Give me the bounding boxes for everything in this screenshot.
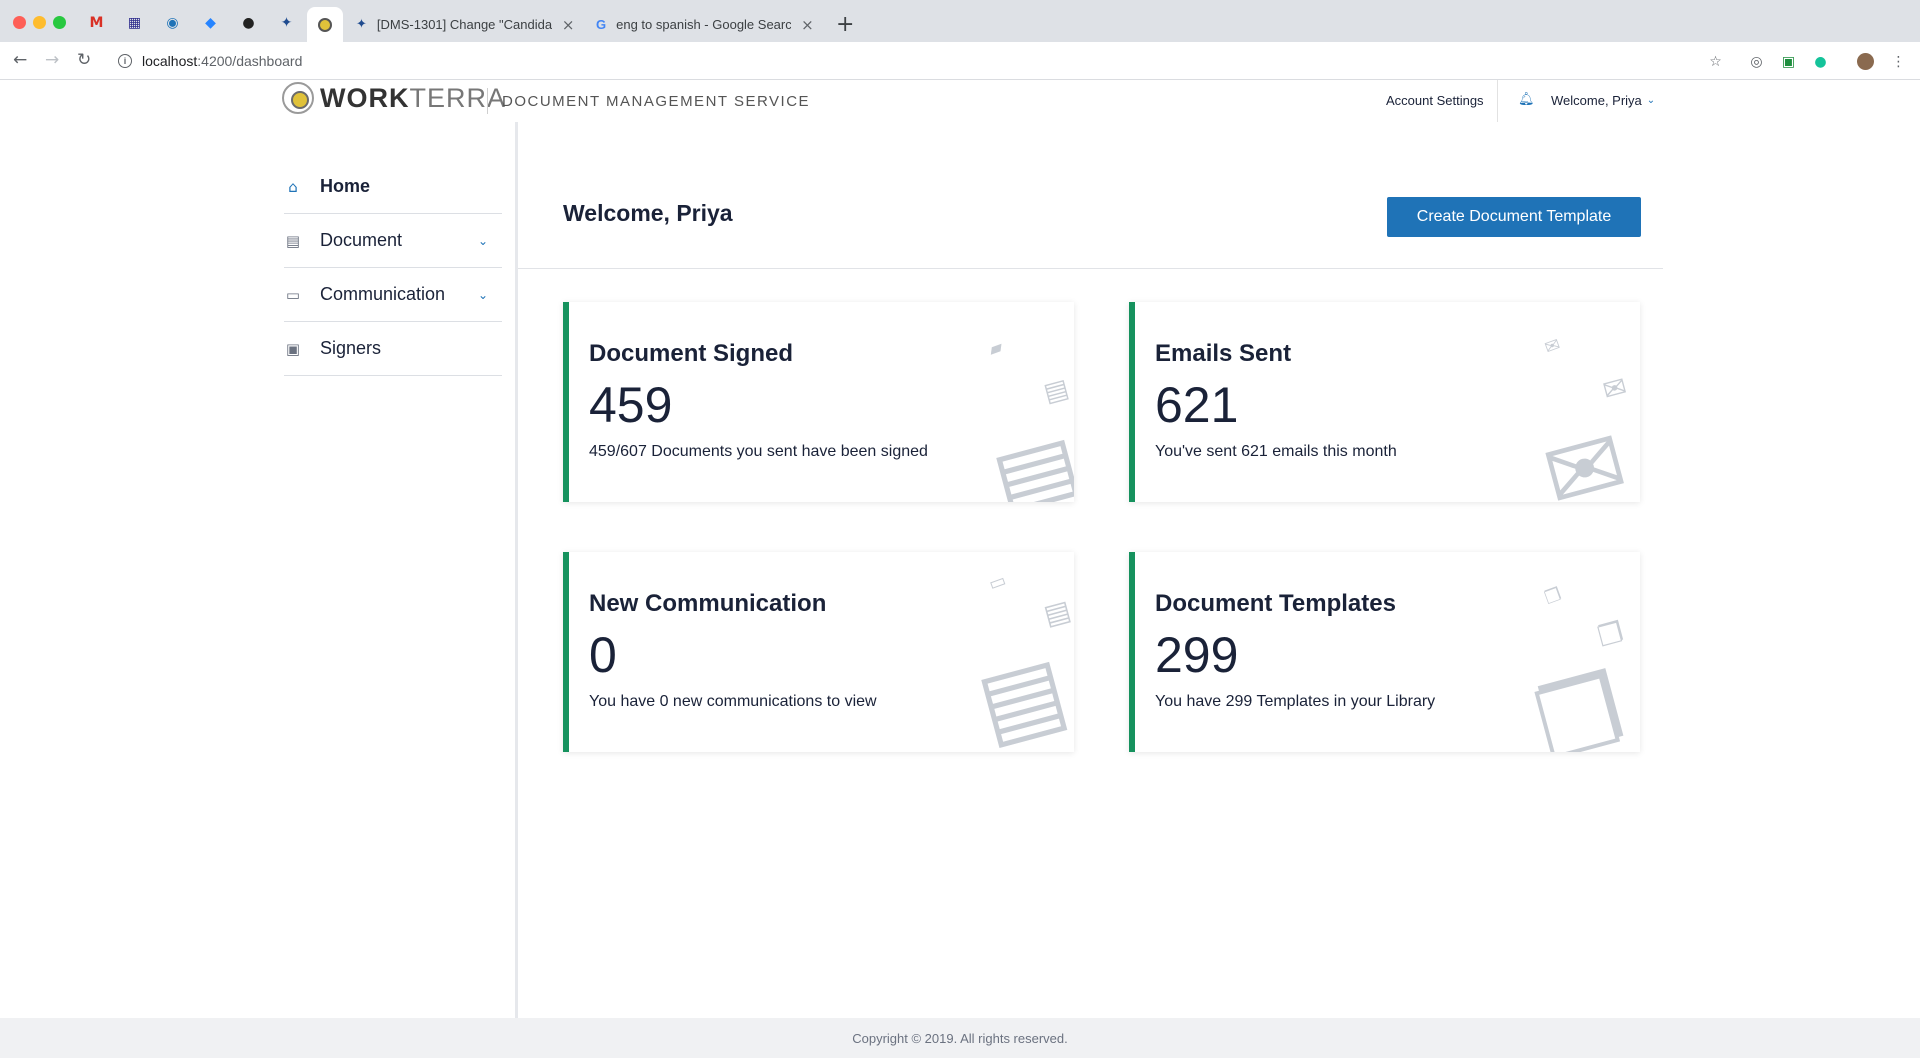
reload-icon[interactable]: ↻ [77, 50, 91, 70]
tab-google-search[interactable]: G eng to spanish - Google Searc × [596, 7, 816, 42]
workterra-icon[interactable]: ✦ [278, 14, 295, 31]
chat-medium-icon: ▤ [1040, 593, 1074, 632]
card-value: 621 [1155, 377, 1239, 433]
main-divider [518, 268, 1663, 269]
document-templates-card[interactable]: Document Templates 299 You have 299 Temp… [1129, 552, 1640, 752]
footer: Copyright © 2019. All rights reserved. [0, 1018, 1920, 1058]
bookmark-star-icon[interactable]: ☆ [1707, 53, 1724, 70]
emails-sent-card[interactable]: Emails Sent 621 You've sent 621 emails t… [1129, 302, 1640, 502]
back-arrow-icon[interactable]: ← [13, 50, 27, 70]
logo-text-bold: WORK [320, 82, 410, 113]
bell-icon[interactable]: 🔔︎ [1518, 92, 1535, 107]
sidebar-divider [515, 122, 518, 1018]
template-small-icon: ❐ [1541, 583, 1565, 610]
envelope-small-icon: ✉ [1541, 334, 1564, 359]
sidebar-item-communication[interactable]: ▭ Communication ⌄ [284, 268, 502, 322]
url-host: localhost [142, 53, 198, 69]
template-large-icon: ❐ [1523, 652, 1637, 752]
envelope-large-icon: ✉ [1531, 405, 1639, 502]
minimize-window-button[interactable] [33, 16, 46, 29]
envelope-medium-icon: ✉ [1599, 369, 1631, 408]
workterra-logo[interactable]: WORKTERRA [282, 82, 506, 114]
github-icon[interactable]: ● [240, 14, 257, 31]
card-value: 459 [589, 377, 673, 433]
workterra-logo-mark [282, 82, 314, 114]
profile-avatar[interactable] [1857, 53, 1874, 70]
chat-icon: ▭ [285, 285, 301, 304]
document-medium-icon: ▤ [1040, 373, 1073, 409]
tab-title: eng to spanish - Google Searc [616, 17, 792, 32]
circle-app-icon[interactable]: ◉ [164, 14, 181, 31]
sidebar-item-label: Document [320, 230, 403, 250]
close-tab-icon[interactable]: × [801, 16, 814, 34]
chevron-down-icon[interactable]: ⌄ [478, 288, 488, 302]
sidebar-item-document[interactable]: ▤ Document ⌄ [284, 214, 502, 268]
browser-menu-icon[interactable]: ⋮ [1890, 53, 1907, 70]
card-title: Document Signed [589, 340, 794, 367]
template-medium-icon: ❐ [1594, 615, 1627, 654]
extension-icon[interactable]: ◎ [1748, 53, 1765, 70]
copyright-text: Copyright © 2019. All rights reserved. [852, 1030, 1068, 1046]
chat-small-icon: ▭ [985, 569, 1010, 596]
calendar-extension-icon[interactable]: ▣ [1780, 53, 1797, 70]
card-description: You have 299 Templates in your Library [1155, 693, 1436, 710]
browser-toolbar: ← → ↻ i localhost:4200/dashboard ☆ ◎ ▣ ●… [0, 42, 1920, 80]
browser-tab-bar: M ▦ ◉ ◆ ● ✦ ✦ [DMS-1301] Change "Candida… [0, 0, 1920, 42]
google-icon: G [596, 17, 607, 32]
card-title: Document Templates [1155, 590, 1396, 617]
url-path: :4200/dashboard [197, 53, 303, 69]
workterra-logo-icon [318, 17, 332, 32]
tab-dms-1301[interactable]: ✦ [DMS-1301] Change "Candidat × [356, 7, 576, 42]
card-description: You have 0 new communications to view [589, 693, 877, 710]
tab-workterra[interactable] [307, 7, 343, 42]
sidebar-item-label: Signers [320, 338, 382, 358]
new-communication-card[interactable]: New Communication 0 You have 0 new commu… [563, 552, 1074, 752]
maximize-window-button[interactable] [53, 16, 66, 29]
document-large-icon: ▤ [981, 412, 1074, 502]
site-info-icon[interactable]: i [118, 54, 132, 68]
card-title: Emails Sent [1155, 340, 1292, 367]
user-menu-label: Welcome, Priya [1551, 93, 1642, 108]
page-title: Welcome, Priya [563, 200, 733, 226]
calendar-icon[interactable]: ▦ [126, 14, 143, 31]
home-icon: ⌂ [288, 177, 298, 196]
sidebar-item-home[interactable]: ⌂ Home [284, 160, 502, 214]
card-description: 459/607 Documents you sent have been sig… [589, 443, 928, 460]
header-divider [487, 88, 488, 114]
clipboard-user-icon: ▣ [285, 339, 301, 358]
new-tab-button[interactable]: + [836, 12, 854, 37]
document-signed-card[interactable]: Document Signed 459 459/607 Documents yo… [563, 302, 1074, 502]
user-menu[interactable]: Welcome, Priya ⌄ [1551, 93, 1655, 108]
tab-title: [DMS-1301] Change "Candidat [376, 17, 552, 32]
sidebar: ⌂ Home ▤ Document ⌄ ▭ Communication ⌄ ▣ … [284, 160, 502, 376]
logo-text-light: TERRA [409, 82, 506, 113]
card-description: You've sent 621 emails this month [1155, 443, 1397, 460]
address-bar[interactable]: i localhost:4200/dashboard [110, 47, 1710, 75]
service-title: DOCUMENT MANAGEMENT SERVICE [502, 93, 811, 110]
card-title: New Communication [589, 590, 827, 617]
sidebar-item-label: Communication [320, 284, 446, 304]
jira-icon[interactable]: ◆ [202, 14, 219, 31]
chevron-down-icon: ⌄ [1646, 95, 1656, 106]
close-tab-icon[interactable]: × [562, 16, 575, 34]
sidebar-item-signers[interactable]: ▣ Signers [284, 322, 502, 376]
create-document-template-button[interactable]: Create Document Template [1387, 197, 1641, 237]
grammarly-icon[interactable]: ● [1812, 53, 1829, 70]
document-icon: ▤ [285, 231, 301, 250]
card-value: 299 [1155, 627, 1239, 683]
account-settings-link[interactable]: Account Settings [1386, 93, 1484, 108]
chevron-down-icon[interactable]: ⌄ [478, 234, 488, 248]
gmail-icon[interactable]: M [88, 14, 105, 31]
close-window-button[interactable] [13, 16, 26, 29]
header-vertical-divider [1497, 80, 1498, 122]
app-header: WORKTERRA DOCUMENT MANAGEMENT SERVICE Ac… [0, 80, 1920, 122]
logo-text: WORKTERRA [320, 83, 506, 114]
jira-tab-icon: ✦ [356, 17, 367, 32]
forward-arrow-icon[interactable]: → [45, 50, 59, 70]
card-value: 0 [589, 627, 617, 683]
document-small-icon: ▰ [985, 336, 1007, 361]
sidebar-item-label: Home [320, 176, 371, 196]
chat-large-icon: ▤ [966, 634, 1074, 752]
